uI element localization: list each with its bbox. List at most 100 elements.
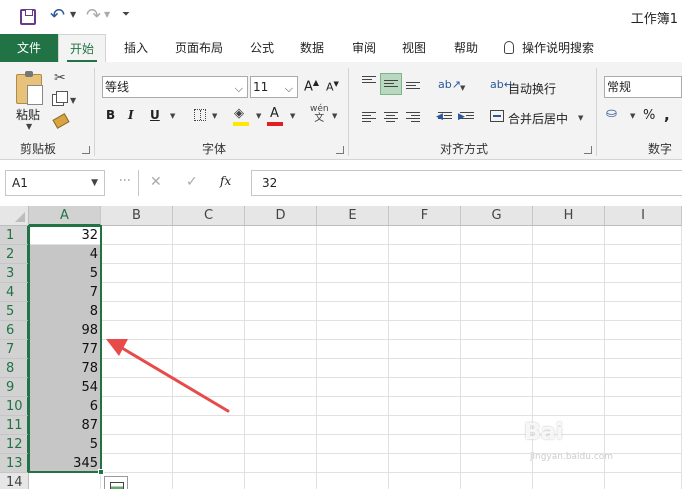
- undo-dropdown-icon[interactable]: ▼: [70, 10, 76, 19]
- borders-dropdown-icon[interactable]: ▼: [212, 112, 217, 120]
- tab-insert[interactable]: 插入: [114, 34, 158, 62]
- align-right-icon[interactable]: [406, 112, 420, 124]
- merge-dropdown-icon[interactable]: ▼: [578, 114, 583, 122]
- save-icon[interactable]: [20, 9, 36, 25]
- redo-dropdown-icon[interactable]: ▼: [104, 10, 110, 19]
- merge-center-icon[interactable]: [490, 110, 504, 122]
- paste-icon[interactable]: [16, 71, 43, 105]
- phonetic-guide-icon[interactable]: wén 文: [310, 104, 329, 124]
- tab-view[interactable]: 视图: [392, 34, 436, 62]
- wrap-text-button[interactable]: 自动换行: [508, 80, 556, 97]
- column-header-b[interactable]: B: [101, 206, 173, 226]
- italic-button[interactable]: I: [128, 108, 134, 122]
- row-header-1[interactable]: 1: [0, 226, 29, 245]
- align-center-icon[interactable]: [384, 112, 398, 124]
- column-header-h[interactable]: H: [533, 206, 605, 226]
- insert-function-button[interactable]: fx: [220, 174, 231, 188]
- row-header-3[interactable]: 3: [0, 264, 29, 283]
- font-name-select[interactable]: 等线 ⌵: [102, 76, 248, 98]
- row-header-10[interactable]: 10: [0, 397, 29, 416]
- underline-button[interactable]: U: [150, 108, 160, 122]
- row-header-5[interactable]: 5: [0, 302, 29, 321]
- tab-review[interactable]: 审阅: [342, 34, 386, 62]
- gridline-horizontal: [29, 434, 682, 435]
- tab-data[interactable]: 数据: [290, 34, 334, 62]
- select-all-button[interactable]: [0, 206, 29, 226]
- gridline-vertical: [460, 226, 461, 489]
- font-color-swatch: [267, 122, 283, 126]
- paste-dropdown-icon[interactable]: ▼: [26, 122, 32, 131]
- row-header-9[interactable]: 9: [0, 378, 29, 397]
- tab-home[interactable]: 开始: [58, 34, 106, 62]
- row-header-4[interactable]: 4: [0, 283, 29, 302]
- decrease-font-icon[interactable]: A▼: [326, 80, 339, 94]
- increase-indent-arrow-icon: ▶: [458, 112, 465, 122]
- formula-bar-grip-icon[interactable]: ⋮: [118, 174, 132, 185]
- customize-toolbar-icon[interactable]: ⏷: [122, 9, 130, 20]
- row-header-14[interactable]: 14: [0, 473, 29, 489]
- align-top-icon[interactable]: [362, 76, 376, 88]
- format-painter-icon[interactable]: [52, 113, 70, 129]
- accounting-dropdown-icon[interactable]: ▼: [630, 112, 635, 120]
- chevron-down-icon[interactable]: ▼: [91, 171, 98, 195]
- orientation-icon[interactable]: ab↗: [438, 78, 461, 91]
- borders-icon[interactable]: [194, 109, 206, 121]
- font-launcher-icon[interactable]: [336, 146, 344, 154]
- column-header-c[interactable]: C: [173, 206, 245, 226]
- paste-button-label[interactable]: 粘贴: [16, 106, 40, 123]
- copy-dropdown-icon[interactable]: ▼: [70, 96, 76, 105]
- column-header-e[interactable]: E: [317, 206, 389, 226]
- align-left-icon[interactable]: [362, 112, 376, 124]
- fill-color-icon[interactable]: ◈: [234, 106, 244, 121]
- row-header-8[interactable]: 8: [0, 359, 29, 378]
- row-header-2[interactable]: 2: [0, 245, 29, 264]
- column-header-f[interactable]: F: [389, 206, 461, 226]
- orientation-dropdown-icon[interactable]: ▼: [460, 84, 465, 92]
- row-header-13[interactable]: 13: [0, 454, 29, 473]
- redo-icon[interactable]: ↷: [86, 5, 101, 26]
- tab-help[interactable]: 帮助: [444, 34, 488, 62]
- align-bottom-icon[interactable]: [406, 82, 420, 94]
- alignment-launcher-icon[interactable]: [584, 146, 592, 154]
- row-header-6[interactable]: 6: [0, 321, 29, 340]
- cut-icon[interactable]: ✂: [54, 70, 66, 86]
- formula-input[interactable]: 32: [251, 170, 682, 196]
- merge-center-button[interactable]: 合并后居中: [508, 110, 568, 127]
- worksheet-grid[interactable]: A B C D E F G H I 1 2 3 4 5 6 7 8 9 10 11 12 13 14 32 4 5 7 8 98 77 78…: [0, 206, 682, 489]
- formula-bar-separator: [138, 170, 139, 196]
- accounting-format-icon[interactable]: ⛀: [606, 106, 617, 121]
- font-size-select[interactable]: 11 ⌵: [250, 76, 298, 98]
- cancel-icon[interactable]: ✕: [150, 174, 162, 190]
- percent-style-button[interactable]: %: [643, 108, 655, 123]
- tab-file[interactable]: 文件: [0, 34, 58, 62]
- column-header-g[interactable]: G: [461, 206, 533, 226]
- bold-button[interactable]: B: [106, 108, 115, 122]
- column-header-d[interactable]: D: [245, 206, 317, 226]
- number-format-select[interactable]: 常规: [604, 76, 682, 98]
- copy-icon[interactable]: [52, 91, 68, 106]
- row-header-7[interactable]: 7: [0, 340, 29, 359]
- fill-handle[interactable]: [98, 469, 104, 475]
- fill-color-dropdown-icon[interactable]: ▼: [256, 112, 261, 120]
- enter-icon[interactable]: ✓: [186, 174, 198, 190]
- undo-icon[interactable]: ↶: [50, 5, 65, 26]
- tab-formulas[interactable]: 公式: [240, 34, 284, 62]
- font-size-value: 11: [253, 80, 269, 94]
- name-box[interactable]: A1 ▼: [5, 170, 105, 196]
- tab-page-layout[interactable]: 页面布局: [164, 34, 234, 62]
- font-color-icon[interactable]: A: [270, 106, 279, 121]
- font-color-dropdown-icon[interactable]: ▼: [290, 112, 295, 120]
- phonetic-dropdown-icon[interactable]: ▼: [332, 112, 337, 120]
- row-header-11[interactable]: 11: [0, 416, 29, 435]
- gridline-horizontal: [29, 472, 682, 473]
- clipboard-launcher-icon[interactable]: [82, 146, 90, 154]
- row-header-12[interactable]: 12: [0, 435, 29, 454]
- column-header-a[interactable]: A: [29, 206, 101, 226]
- quick-analysis-icon[interactable]: [104, 476, 128, 489]
- tell-me-search[interactable]: 操作说明搜索: [504, 34, 614, 62]
- increase-font-icon[interactable]: A▲: [304, 78, 319, 94]
- clipboard-group-label: 剪贴板: [20, 142, 57, 156]
- comma-style-button[interactable]: ,: [664, 106, 670, 124]
- underline-dropdown-icon[interactable]: ▼: [170, 112, 175, 120]
- column-header-i[interactable]: I: [605, 206, 682, 226]
